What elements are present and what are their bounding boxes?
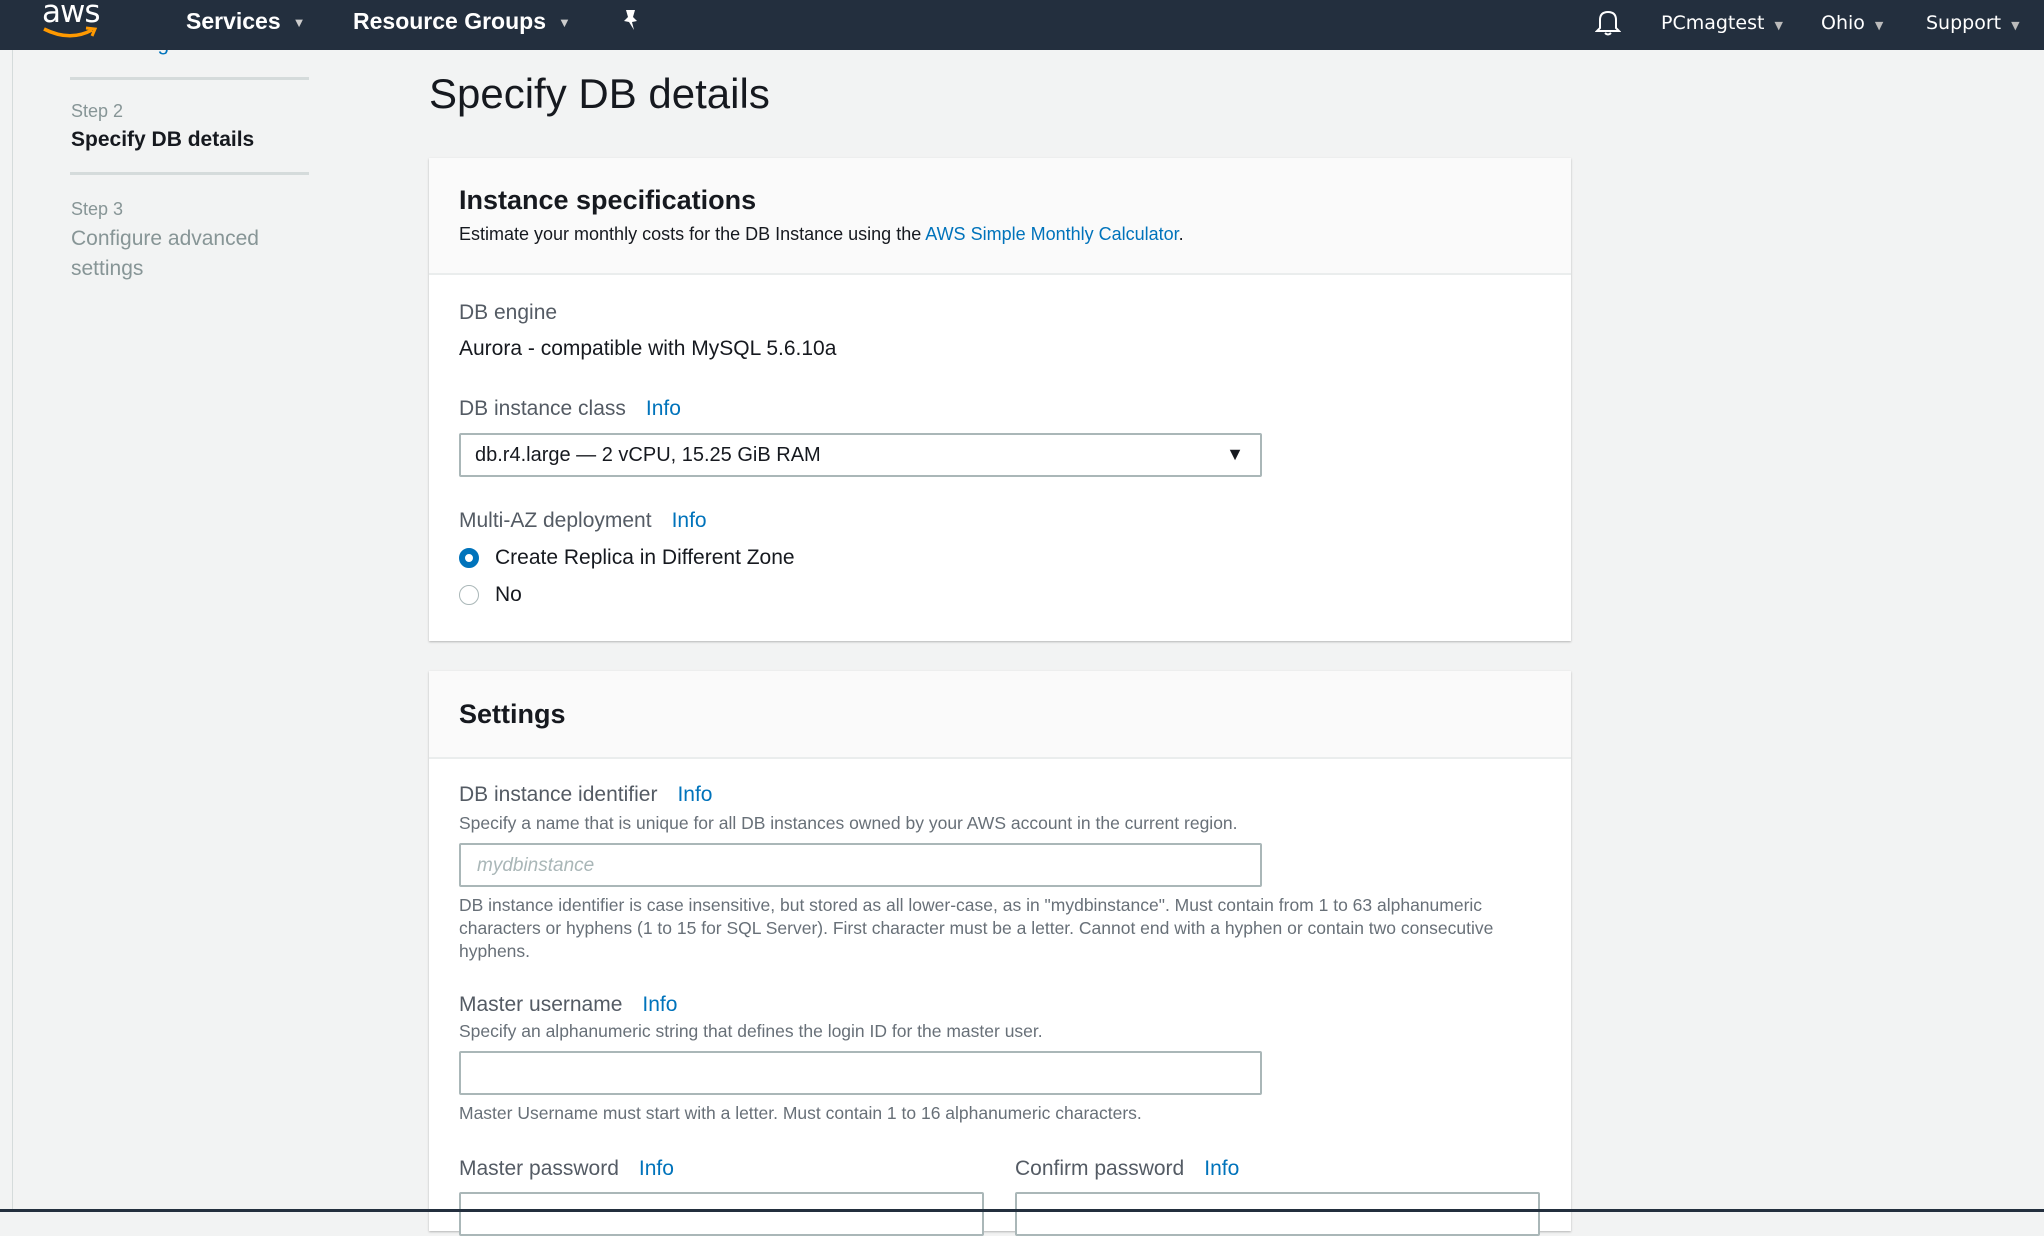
sidebar-divider (70, 77, 309, 80)
identifier-constraints: DB instance identifier is case insensiti… (459, 895, 1494, 961)
identifier-label: DB instance identifier Info (459, 783, 713, 806)
info-link[interactable]: Info (646, 397, 681, 420)
panel-title: Instance specifications (459, 185, 757, 215)
caret-down-icon: ▼ (1874, 19, 1884, 32)
info-link[interactable]: Info (677, 783, 712, 806)
panel-subtitle: Estimate your monthly costs for the DB I… (459, 224, 1184, 244)
info-link[interactable]: Info (672, 509, 707, 532)
aws-smile-icon (43, 26, 98, 38)
radio-option-create-replica[interactable]: Create Replica in Different Zone (459, 546, 859, 572)
db-engine-label: DB engine (459, 301, 558, 324)
sidebar-divider (70, 172, 309, 175)
confirm-password-input[interactable] (1015, 1192, 1540, 1236)
radio-selected[interactable] (459, 548, 479, 568)
sidebar-step2-number: Step 2 (71, 101, 124, 121)
settings-panel: Settings DB instance identifier Info Spec… (429, 671, 1571, 1236)
top-navigation-bar: aws Services ▼ Resource Groups ▼ PCmagtest… (0, 0, 2044, 50)
caret-down-icon: ▼ (292, 14, 306, 30)
sidebar-step2-current: Specify DB details (71, 128, 255, 151)
info-link[interactable]: Info (639, 1157, 674, 1180)
radio-option-no[interactable]: No (459, 583, 659, 609)
multi-az-label: Multi-AZ deployment Info (459, 509, 707, 532)
panel-title: Settings (459, 699, 566, 729)
caret-down-icon: ▼ (2011, 19, 2020, 32)
region-menu[interactable]: Ohio ▼ (1821, 0, 1883, 46)
account-menu[interactable]: PCmagtest ▼ (1661, 0, 1783, 46)
username-label: Master username Info (459, 993, 678, 1016)
info-link[interactable]: Info (642, 993, 677, 1016)
dropdown-arrow-icon: ▼ (1226, 444, 1244, 464)
support-menu[interactable]: Support ▼ (1926, 0, 2020, 46)
password-input[interactable] (459, 1192, 984, 1236)
confirm-password-label: Confirm password Info (1015, 1157, 1240, 1180)
caret-down-icon: ▼ (1774, 19, 1783, 32)
instance-class-select[interactable]: db.r4.large — 2 vCPU, 15.25 GiB RAM ▼ (459, 433, 1262, 477)
panel-header: Instance specifications Estimate your mo… (429, 158, 1571, 275)
sidebar-border (12, 50, 13, 1210)
identifier-input[interactable]: mydbinstance (459, 843, 1262, 887)
sidebar-step3-number: Step 3 (71, 199, 124, 219)
bell-icon[interactable] (1594, 8, 1622, 41)
db-engine-value: Aurora - compatible with MySQL 5.6.10a (459, 337, 837, 360)
page-title: Specify DB details (429, 70, 770, 117)
radio-unselected[interactable] (459, 585, 479, 605)
panel-header: Settings (429, 671, 1571, 759)
calculator-link[interactable]: AWS Simple Monthly Calculator (925, 224, 1178, 244)
resource-groups-menu[interactable]: Resource Groups ▼ (353, 0, 571, 50)
identifier-help: Specify a name that is unique for all DB… (459, 813, 1238, 833)
info-link[interactable]: Info (1204, 1157, 1239, 1180)
services-menu[interactable]: Services ▼ (186, 0, 306, 50)
pin-icon[interactable] (620, 8, 642, 37)
aws-logo[interactable]: aws (42, 0, 112, 44)
password-label: Master password Info (459, 1157, 674, 1180)
username-input[interactable] (459, 1051, 1262, 1095)
username-help: Specify an alphanumeric string that defi… (459, 1021, 1043, 1041)
instance-class-label: DB instance class Info (459, 397, 681, 420)
caret-down-icon: ▼ (558, 14, 571, 30)
username-constraints: Master Username must start with a letter… (459, 1103, 1142, 1123)
sidebar-step3-label[interactable]: Configure advanced settings (71, 224, 291, 284)
instance-specifications-panel: Instance specifications Estimate your mo… (429, 158, 1571, 641)
